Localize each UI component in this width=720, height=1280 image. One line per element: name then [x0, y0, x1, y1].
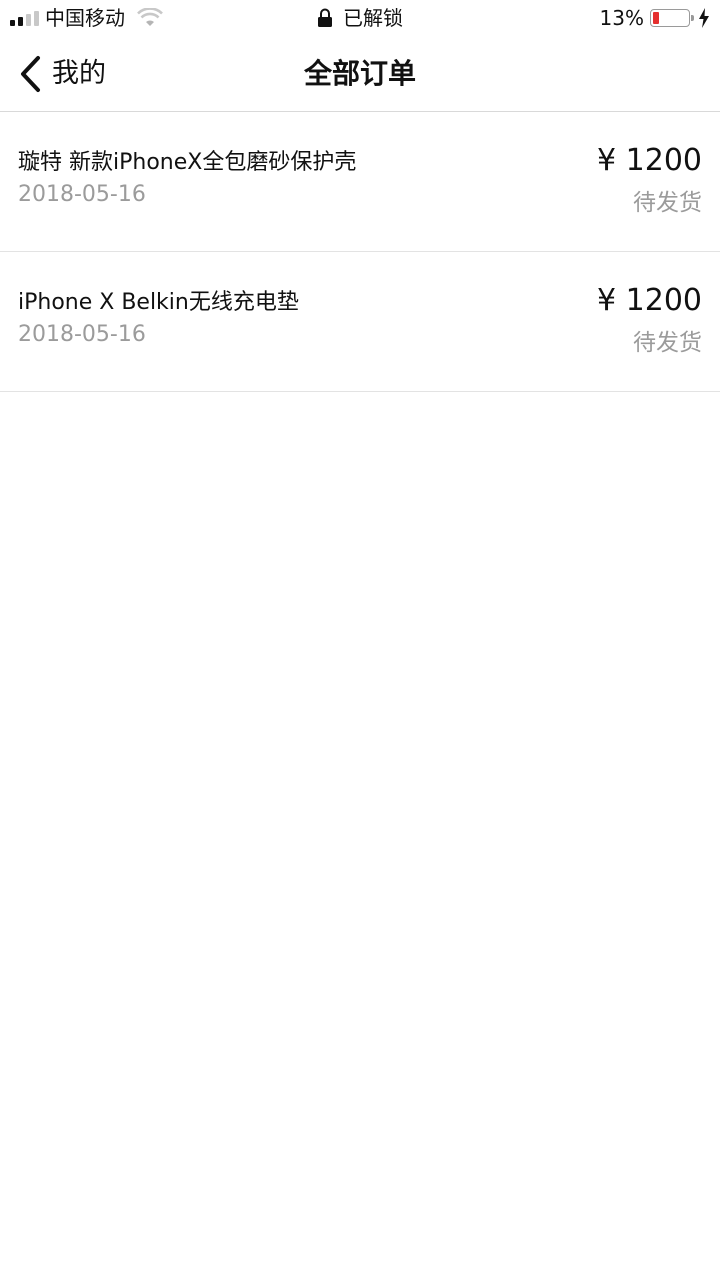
order-row[interactable]: 璇特 新款iPhoneX全包磨砂保护壳 2018-05-16 ¥ 1200 待发…	[0, 112, 720, 252]
battery-percent: 13%	[599, 6, 644, 30]
status-right: 13%	[600, 6, 710, 30]
order-list: 璇特 新款iPhoneX全包磨砂保护壳 2018-05-16 ¥ 1200 待发…	[0, 112, 720, 392]
battery-icon	[650, 9, 694, 27]
status-bar: 中国移动 已解锁 13%	[0, 0, 720, 36]
order-status: 待发货	[633, 190, 702, 216]
order-name: iPhone X Belkin无线充电垫	[18, 290, 299, 315]
order-price: ¥ 1200	[597, 143, 702, 178]
page-title: 全部订单	[303, 57, 416, 90]
charging-bolt-icon	[699, 8, 709, 28]
order-date: 2018-05-16	[18, 322, 146, 347]
lock-status-text: 已解锁	[343, 6, 403, 30]
order-status: 待发货	[633, 330, 702, 356]
order-date: 2018-05-16	[18, 182, 146, 207]
order-price: ¥ 1200	[597, 283, 702, 318]
lock-icon	[318, 8, 332, 27]
order-name: 璇特 新款iPhoneX全包磨砂保护壳	[18, 150, 357, 175]
navigation-bar: 我的 全部订单	[0, 36, 720, 112]
order-row[interactable]: iPhone X Belkin无线充电垫 2018-05-16 ¥ 1200 待…	[0, 252, 720, 392]
